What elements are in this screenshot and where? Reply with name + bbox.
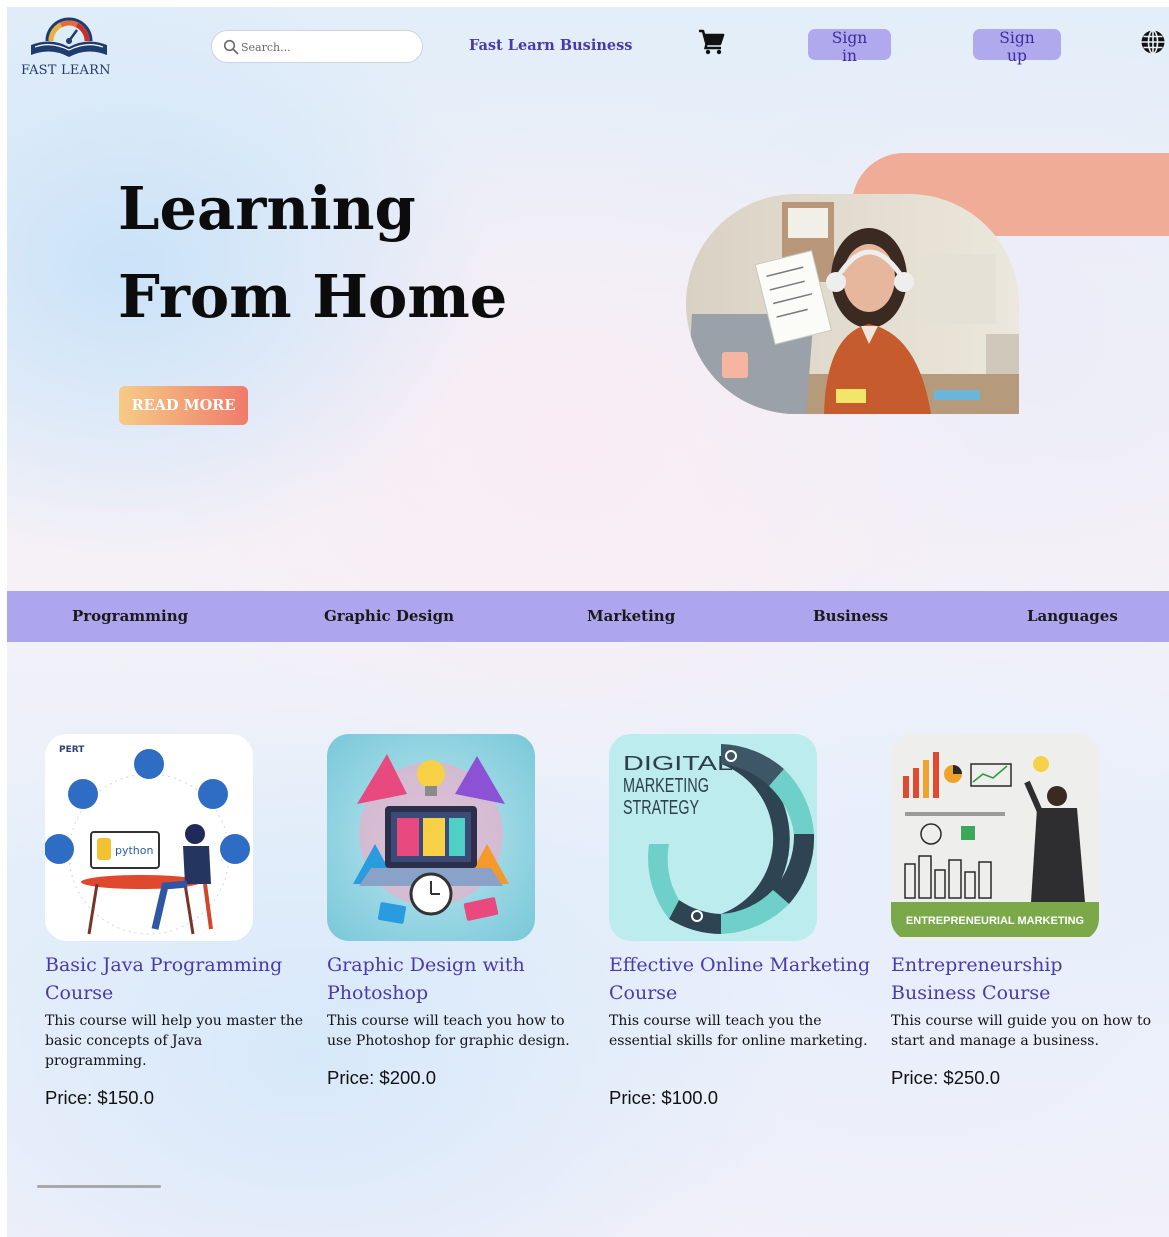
business-link[interactable]: Fast Learn Business [469,37,632,54]
category-programming[interactable]: Programming [72,607,188,625]
book-speedometer-logo-icon [31,17,107,57]
hero-student-photo [686,194,1019,414]
course-image-photoshop[interactable] [327,734,535,941]
sign-up-button[interactable]: Sign up [973,29,1061,65]
site-logo[interactable]: FAST LEARN [19,11,119,81]
course-title[interactable]: Effective Online Marketing Course [609,951,871,1007]
course-price: Price: $200.0 [327,1067,437,1088]
course-image-badge: PERT [59,745,85,755]
globe-icon[interactable] [1140,29,1166,55]
course-description: This course will guide you on how to sta… [891,1013,1152,1049]
search-icon [223,39,239,55]
course-description: This course will help you master the bas… [45,1013,304,1069]
course-image-java[interactable]: PERT python [45,734,253,941]
course-image-marketing[interactable]: DIGITAL MARKETING STRATEGY [609,734,817,941]
shopping-cart-icon[interactable] [698,29,726,55]
course-title[interactable]: Graphic Design with Photoshop [327,951,589,1007]
course-image-heading: DIGITAL [623,753,733,775]
course-image-heading-2: MARKETING [623,775,709,797]
course-description: This course will teach you the essential… [609,1013,868,1049]
course-price: Price: $150.0 [45,1087,155,1108]
course-image-python-label: python [115,844,154,857]
category-business[interactable]: Business [813,607,888,625]
course-image-heading-3: STRATEGY [623,797,699,819]
hero-title-line1: Learning [118,174,416,243]
page: FAST LEARN Fast Learn Business Sign in S… [7,7,1169,1237]
course-image-entrepreneurship[interactable]: ENTREPRENEURIAL MARKETING [891,734,1099,941]
category-languages[interactable]: Languages [1027,607,1118,625]
course-image-caption: ENTREPRENEURIAL MARKETING [906,915,1084,927]
category-nav: Programming Graphic Design Marketing Bus… [7,591,1169,642]
read-more-button[interactable]: READ MORE [119,386,248,425]
brand-name: FAST LEARN [21,63,111,78]
hero-title: Learning From Home [118,165,638,341]
horizontal-scrollbar[interactable] [37,1185,161,1188]
course-description: This course will teach you how to use Ph… [327,1013,570,1049]
search-box[interactable] [211,30,423,63]
hero-title-line2: From Home [118,262,508,331]
course-title[interactable]: Basic Java Programming Course [45,951,307,1007]
search-input[interactable] [241,37,413,57]
category-graphic-design[interactable]: Graphic Design [324,607,454,625]
category-marketing[interactable]: Marketing [587,607,675,625]
sign-in-button[interactable]: Sign in [808,29,891,65]
course-title[interactable]: Entrepreneurship Business Course [891,951,1153,1007]
course-price: Price: $100.0 [609,1087,719,1108]
course-price: Price: $250.0 [891,1067,1001,1088]
